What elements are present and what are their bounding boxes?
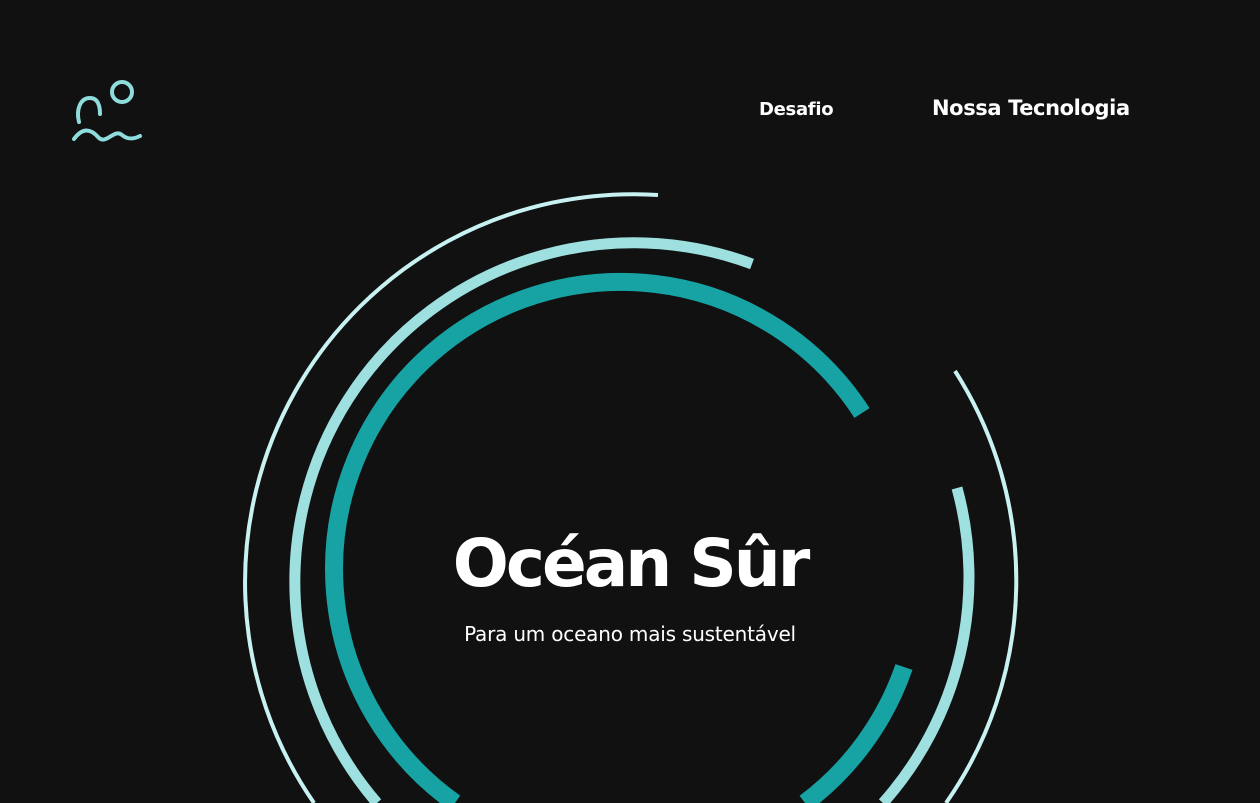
inner-ring-arc-bottom — [799, 664, 913, 803]
middle-ring-arc-top — [289, 237, 754, 803]
hero-title: Océan Sûr — [452, 525, 811, 602]
hero-subtitle: Para um oceano mais sustentável — [464, 622, 796, 646]
decorative-rings — [243, 192, 1019, 803]
outer-ring-arc-right — [944, 369, 1019, 803]
